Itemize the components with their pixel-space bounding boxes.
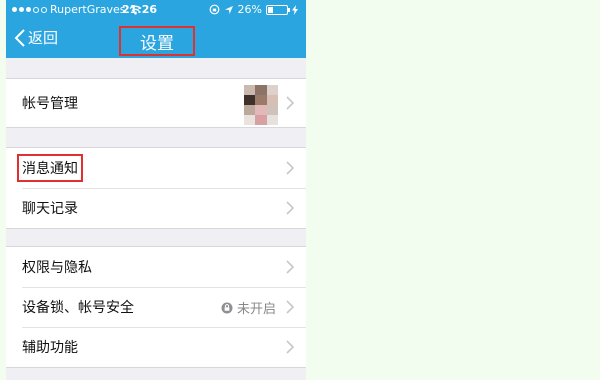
phone-screen: RupertGraves 21:26 26% 返回 设置 帐号管理 消息通知 聊… [6, 0, 306, 380]
settings-row-message-notifications[interactable]: 消息通知 [6, 148, 306, 188]
settings-row-chat-history[interactable]: 聊天记录 [6, 188, 306, 228]
battery-icon [266, 4, 290, 15]
back-button[interactable]: 返回 [14, 27, 58, 48]
device-lock-status: 未开启 [221, 298, 276, 317]
row-label: 消息通知 [22, 161, 78, 177]
signal-strength-icon [12, 6, 47, 13]
row-label-highlight: 消息通知 [17, 154, 83, 182]
settings-row-accessibility[interactable]: 辅助功能 [6, 327, 306, 367]
status-bar: RupertGraves 21:26 26% [6, 0, 306, 20]
settings-group-privacy: 权限与隐私 设备锁、帐号安全 未开启 辅助功能 [6, 246, 306, 368]
status-right: 26% [209, 3, 298, 16]
charging-bolt-icon [292, 4, 298, 15]
settings-row-account-management[interactable]: 帐号管理 [6, 79, 306, 127]
chevron-right-icon [286, 340, 294, 354]
row-label: 辅助功能 [22, 340, 78, 356]
chevron-right-icon [286, 96, 294, 110]
avatar [244, 85, 278, 125]
back-label: 返回 [28, 29, 59, 47]
chevron-right-icon [286, 300, 294, 314]
settings-group-messages: 消息通知 聊天记录 [6, 147, 306, 229]
rotation-lock-icon [209, 4, 219, 15]
status-time: 21:26 [122, 3, 158, 16]
row-label: 设备锁、帐号安全 [22, 300, 134, 316]
page-title: 设置 [140, 33, 174, 54]
chevron-right-icon [286, 260, 294, 274]
settings-group-account: 帐号管理 [6, 78, 306, 128]
chevron-right-icon [286, 201, 294, 215]
carrier-name: RupertGraves [50, 3, 126, 16]
top-bar: RupertGraves 21:26 26% 返回 设置 [6, 0, 306, 58]
row-label: 聊天记录 [22, 201, 78, 217]
status-text: 未开启 [236, 302, 276, 317]
page-title-highlight: 设置 [119, 26, 195, 56]
lock-icon [221, 302, 233, 313]
navigation-bar: 返回 设置 [6, 20, 306, 58]
location-arrow-icon [224, 5, 233, 14]
settings-row-device-lock-security[interactable]: 设备锁、帐号安全 未开启 [6, 287, 306, 327]
battery-percent: 26% [237, 3, 262, 16]
settings-row-permissions-privacy[interactable]: 权限与隐私 [6, 247, 306, 287]
row-label: 帐号管理 [22, 96, 78, 112]
chevron-left-icon [14, 28, 25, 47]
row-label: 权限与隐私 [22, 260, 92, 276]
chevron-right-icon [286, 161, 294, 175]
